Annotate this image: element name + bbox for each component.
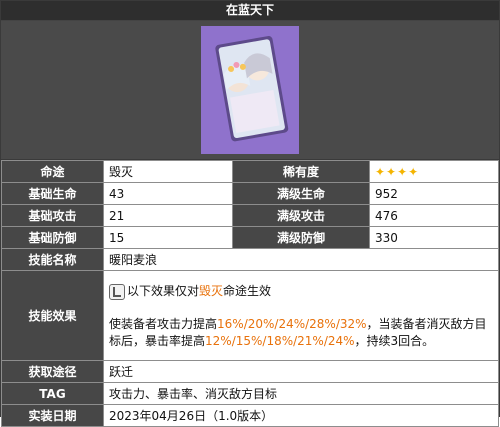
- atk-label: 基础攻击: [1, 204, 104, 227]
- card-title: 在蓝天下: [1, 1, 499, 21]
- date-label: 实装日期: [1, 404, 104, 427]
- def-label: 基础防御: [1, 226, 104, 249]
- tag-value: 攻击力、暴击率、消灭敌方目标: [103, 382, 499, 405]
- row-skill-name: 技能名称 暖阳麦浪: [1, 248, 499, 271]
- atk-value: 21: [103, 204, 233, 227]
- row-tag: TAG 攻击力、暴击率、消灭敌方目标: [1, 382, 499, 405]
- rarity-stars: ✦✦✦✦: [369, 160, 499, 183]
- skill-name-value: 暖阳麦浪: [103, 248, 499, 271]
- tag-label: TAG: [1, 382, 104, 405]
- path-value: 毁灭: [103, 160, 233, 183]
- condition-pre: 以下效果仅对: [127, 284, 200, 298]
- max-def-value: 330: [369, 226, 499, 249]
- max-atk-value: 476: [369, 204, 499, 227]
- row-obtain: 获取途径 跃迁: [1, 360, 499, 383]
- obtain-label: 获取途径: [1, 360, 104, 383]
- image-row: [1, 21, 499, 160]
- max-atk-label: 满级攻击: [232, 204, 370, 227]
- hp-label: 基础生命: [1, 182, 104, 205]
- row-def: 基础防御 15 满级防御 330: [1, 226, 499, 249]
- row-path: 命途 毁灭 稀有度 ✦✦✦✦: [1, 160, 499, 183]
- skill-effect-label: 技能效果: [1, 270, 104, 361]
- path-label: 命途: [1, 160, 104, 183]
- condition-path: 毁灭: [199, 284, 224, 298]
- max-hp-label: 满级生命: [232, 182, 370, 205]
- row-hp: 基础生命 43 满级生命 952: [1, 182, 499, 205]
- max-hp-value: 952: [369, 182, 499, 205]
- stats-table: 命途 毁灭 稀有度 ✦✦✦✦ 基础生命 43 满级生命 952 基础攻击 21 …: [1, 160, 499, 427]
- max-def-label: 满级防御: [232, 226, 370, 249]
- def-value: 15: [103, 226, 233, 249]
- effect-text-1: 使装备者攻击力提高: [109, 317, 218, 331]
- row-skill-effect: 技能效果 以下效果仅对 毁灭 命途生效 使装备者攻击力提高16%/20%/24%/2…: [1, 270, 499, 361]
- condition-post: 命途生效: [223, 284, 272, 298]
- row-date: 实装日期 2023年04月26日（1.0版本）: [1, 404, 499, 427]
- atk-values: 16%/20%/24%/28%/32%: [217, 317, 367, 331]
- rarity-label: 稀有度: [232, 160, 370, 183]
- hp-value: 43: [103, 182, 233, 205]
- condition-icon: [109, 283, 125, 300]
- row-atk: 基础攻击 21 满级攻击 476: [1, 204, 499, 227]
- star-icons: ✦✦✦✦: [375, 164, 420, 179]
- path-condition: 以下效果仅对 毁灭 命途生效: [109, 283, 493, 300]
- skill-effect-value: 以下效果仅对 毁灭 命途生效 使装备者攻击力提高16%/20%/24%/28%/32…: [103, 270, 499, 361]
- effect-description: 使装备者攻击力提高16%/20%/24%/28%/32%，当装备者消灭敌方目标后…: [109, 316, 493, 350]
- crit-values: 12%/15%/18%/21%/24%: [205, 334, 355, 348]
- card-illustration-icon: [201, 26, 299, 154]
- obtain-value: 跃迁: [103, 360, 499, 383]
- effect-text-3: ，持续3回合。: [354, 334, 435, 348]
- skill-name-label: 技能名称: [1, 248, 104, 271]
- date-value: 2023年04月26日（1.0版本）: [103, 404, 499, 427]
- lightcone-card: 在蓝天下 命途 毁灭 稀有度 ✦✦✦✦ 基础生命 43 满级生命 952 基础攻…: [0, 0, 500, 427]
